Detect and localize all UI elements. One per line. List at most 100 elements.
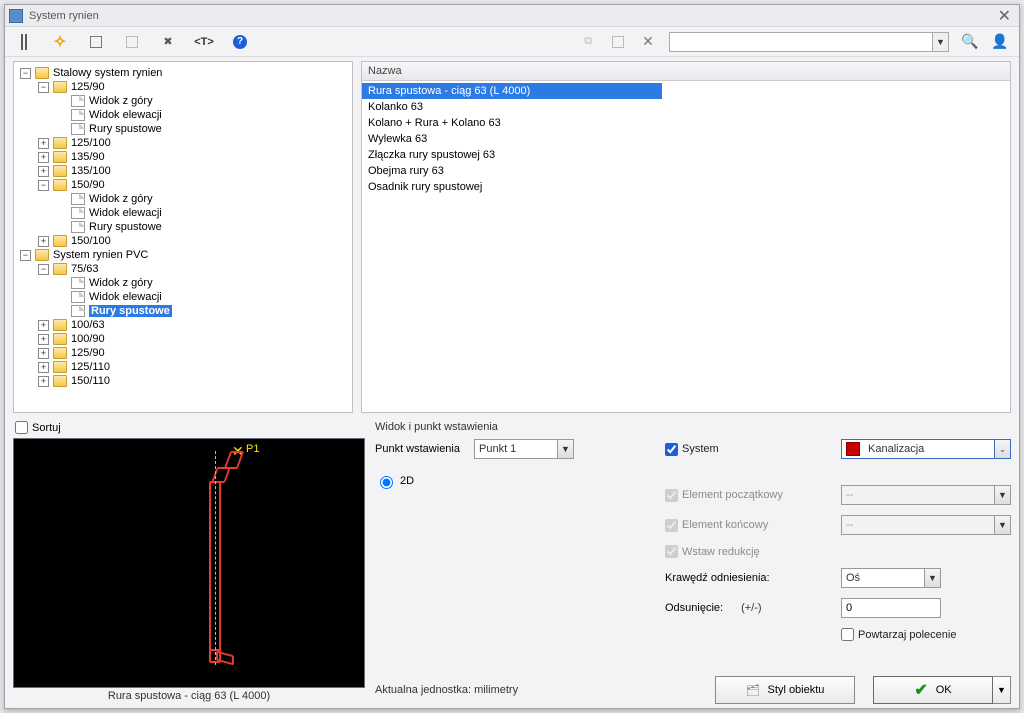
grid2-icon[interactable]: [123, 33, 141, 51]
insert-point-label: Punkt wstawienia: [375, 443, 460, 455]
mode-2d-label: 2D: [400, 475, 414, 487]
system-checkbox[interactable]: System: [665, 443, 825, 456]
tree-node[interactable]: +125/100: [36, 136, 350, 150]
tree-leaf[interactable]: Rury spustowe: [54, 122, 350, 136]
list-item[interactable]: Kolanko 63: [362, 99, 1010, 115]
list-header-name[interactable]: Nazwa: [362, 62, 1010, 81]
tree-node[interactable]: − 150/90: [36, 178, 350, 192]
expand-icon[interactable]: +: [38, 152, 49, 163]
tree-node[interactable]: − 125/90: [36, 80, 350, 94]
help-icon[interactable]: ?: [231, 33, 249, 51]
preview-panel: Sortuj ✕ P1 Rura spustowa - ciąg 63 (L 4…: [13, 421, 365, 704]
expand-icon[interactable]: +: [38, 362, 49, 373]
tree-node[interactable]: +125/110: [36, 360, 350, 374]
ok-button[interactable]: ✔ OK: [873, 676, 993, 704]
folder-icon: [35, 67, 49, 79]
tools-icon[interactable]: ✖: [159, 33, 177, 51]
search-dropdown-icon[interactable]: ▼: [932, 33, 948, 51]
lower-area: Sortuj ✕ P1 Rura spustowa - ciąg 63 (L 4…: [5, 417, 1019, 708]
offset-input[interactable]: [841, 598, 941, 618]
toolbar: ✧ ✖ <T> ? ⧉ ✕ ▼ 🔍 👤: [5, 27, 1019, 57]
find-in-tree-icon[interactable]: 👤: [991, 33, 1009, 51]
tree-node[interactable]: +125/90: [36, 346, 350, 360]
document-icon: [71, 193, 85, 205]
tree-node-root1[interactable]: − Stalowy system rynien: [18, 66, 350, 80]
collapse-icon[interactable]: −: [38, 180, 49, 191]
tree-leaf[interactable]: Widok elewacji: [54, 206, 350, 220]
search-field[interactable]: ▼: [669, 32, 949, 52]
preview-canvas[interactable]: ✕ P1: [13, 438, 365, 688]
folder-icon: [35, 249, 49, 261]
mode-2d-input[interactable]: [380, 476, 393, 489]
repeat-checkbox[interactable]: Powtarzaj polecenie: [841, 628, 1011, 641]
mode-2d-radio[interactable]: 2D: [375, 473, 635, 489]
list-item[interactable]: Kolano + Rura + Kolano 63: [362, 115, 1010, 131]
expand-icon[interactable]: +: [38, 376, 49, 387]
dialog-window: System rynien ✕ ✧ ✖ <T> ? ⧉ ✕ ▼ 🔍 👤: [4, 4, 1020, 709]
insert-point-combo[interactable]: Punkt 1 ▼: [474, 439, 574, 459]
sort-checkbox[interactable]: [15, 421, 28, 434]
tool-pipes-icon[interactable]: [15, 33, 33, 51]
chevron-down-icon[interactable]: ▼: [557, 440, 573, 458]
tree-panel[interactable]: − Stalowy system rynien − 125/90: [13, 61, 353, 413]
expand-icon[interactable]: +: [38, 334, 49, 345]
system-value: Kanalizacja: [864, 443, 994, 455]
tree-leaf[interactable]: Widok z góry: [54, 192, 350, 206]
grid3-icon[interactable]: [609, 33, 627, 51]
tree-node[interactable]: +150/100: [36, 234, 350, 248]
search-input[interactable]: [670, 36, 932, 48]
unit-label: Aktualna jednostka: milimetry: [375, 684, 518, 696]
expand-icon[interactable]: +: [38, 166, 49, 177]
system-combo[interactable]: Kanalizacja ⌄: [841, 439, 1011, 459]
tree-node[interactable]: +100/63: [36, 318, 350, 332]
collapse-icon[interactable]: −: [20, 68, 31, 79]
expand-icon[interactable]: +: [38, 236, 49, 247]
document-icon: [71, 291, 85, 303]
tree-leaf[interactable]: Widok elewacji: [54, 108, 350, 122]
ref-edge-combo[interactable]: Oś ▼: [841, 568, 941, 588]
main-area: − Stalowy system rynien − 125/90: [5, 57, 1019, 417]
ok-dropdown[interactable]: ▼: [993, 676, 1011, 704]
tree-node[interactable]: +100/90: [36, 332, 350, 346]
tag-icon[interactable]: <T>: [195, 33, 213, 51]
delete-icon[interactable]: ✕: [639, 33, 657, 51]
preview-point-label: P1: [246, 443, 259, 455]
properties-panel: Widok i punkt wstawienia Punkt wstawieni…: [375, 421, 1011, 704]
expand-icon[interactable]: +: [38, 320, 49, 331]
folder-icon: [53, 81, 67, 93]
chevron-down-icon[interactable]: ⌄: [994, 440, 1010, 458]
chevron-down-icon: ▼: [994, 516, 1010, 534]
close-icon[interactable]: ✕: [994, 6, 1015, 26]
list-item[interactable]: Obejma rury 63: [362, 163, 1010, 179]
tree-node[interactable]: − 75/63: [36, 262, 350, 276]
expand-icon[interactable]: +: [38, 348, 49, 359]
tree-leaf[interactable]: Widok elewacji: [54, 290, 350, 304]
expand-icon[interactable]: +: [38, 138, 49, 149]
style-button[interactable]: 🗂 Styl obiektu: [715, 676, 855, 704]
copy-icon[interactable]: ⧉: [579, 33, 597, 51]
list-item[interactable]: Złączka rury spustowej 63: [362, 147, 1010, 163]
add-icon[interactable]: ✧: [51, 33, 69, 51]
end-element-checkbox: Element końcowy: [665, 519, 825, 532]
tree-leaf[interactable]: Widok z góry: [54, 276, 350, 290]
collapse-icon[interactable]: −: [38, 82, 49, 93]
chevron-down-icon[interactable]: ▼: [924, 569, 940, 587]
tree-leaf-selected[interactable]: Rury spustowe: [54, 304, 350, 318]
chevron-down-icon: ▼: [994, 486, 1010, 504]
tree-leaf[interactable]: Rury spustowe: [54, 220, 350, 234]
folder-icon: [53, 179, 67, 191]
folder-icon: [53, 235, 67, 247]
document-icon: [71, 221, 85, 233]
tree-node[interactable]: +150/110: [36, 374, 350, 388]
list-item[interactable]: Rura spustowa - ciąg 63 (L 4000): [362, 83, 662, 99]
tree-node-root2[interactable]: − System rynien PVC: [18, 248, 350, 262]
list-item[interactable]: Osadnik rury spustowej: [362, 179, 1010, 195]
search-icon[interactable]: 🔍: [961, 33, 979, 51]
tree-leaf[interactable]: Widok z góry: [54, 94, 350, 108]
grid-icon[interactable]: [87, 33, 105, 51]
list-item[interactable]: Wylewka 63: [362, 131, 1010, 147]
tree-node[interactable]: +135/90: [36, 150, 350, 164]
collapse-icon[interactable]: −: [38, 264, 49, 275]
collapse-icon[interactable]: −: [20, 250, 31, 261]
tree-node[interactable]: +135/100: [36, 164, 350, 178]
